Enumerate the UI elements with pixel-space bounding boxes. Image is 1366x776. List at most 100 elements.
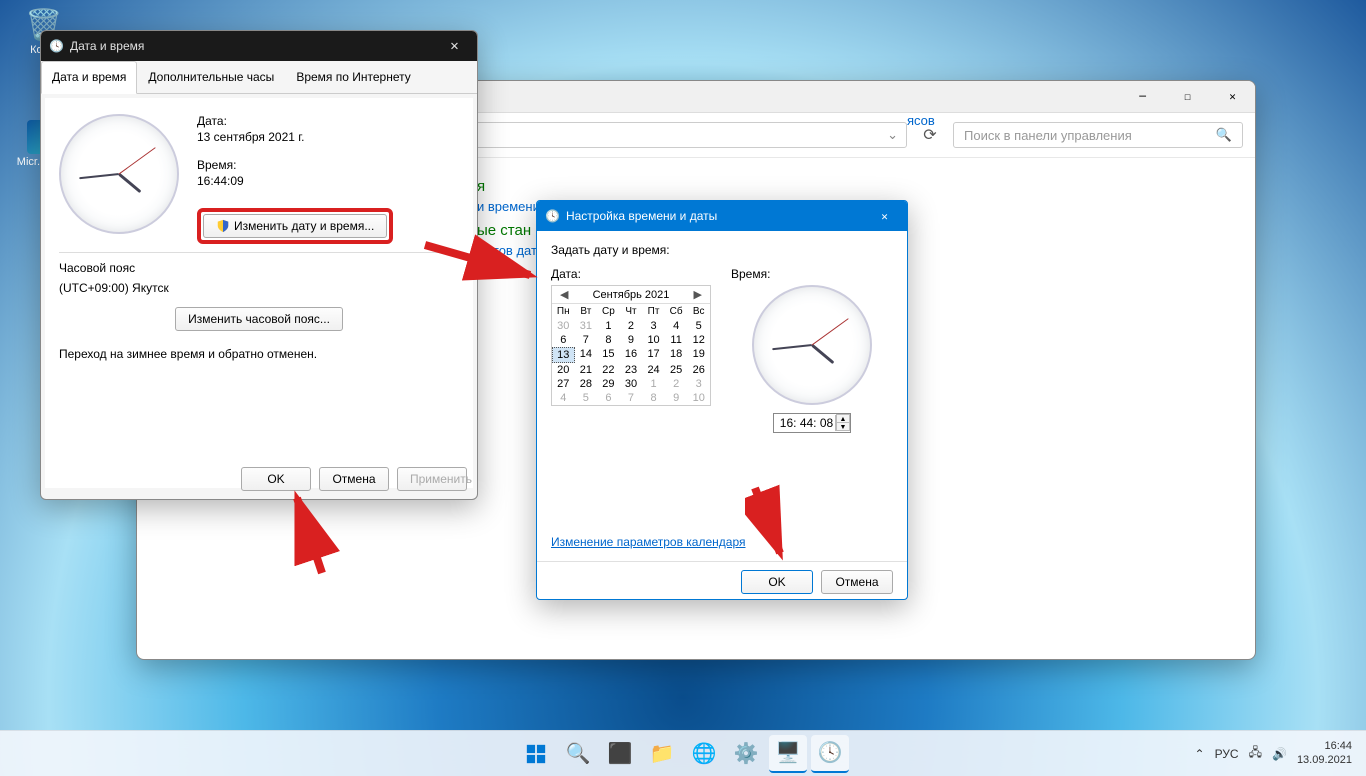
settings-app-icon[interactable]: ⚙️ [727,735,765,773]
network-icon[interactable]: 🖧 [1249,743,1262,764]
calendar-day[interactable]: 6 [552,333,575,347]
close-button[interactable]: ✕ [432,31,477,61]
calendar-dow: Чт [620,304,643,319]
calendar-day[interactable]: 30 [620,377,643,391]
search-button[interactable]: 🔍 [559,735,597,773]
change-timezone-button[interactable]: Изменить часовой пояс... [175,307,343,331]
calendar-day[interactable]: 26 [687,363,710,377]
close-button[interactable]: ✕ [862,201,907,231]
ok-button[interactable]: OK [241,467,311,491]
tz-label: Часовой пояс [59,261,459,275]
calendar-day[interactable]: 18 [665,347,688,363]
cancel-button[interactable]: Отмена [319,467,389,491]
task-view-button[interactable]: ⬛ [601,735,639,773]
tab-additional-clocks[interactable]: Дополнительные часы [137,61,285,93]
datetime-taskbar-icon[interactable]: 🕓 [811,735,849,773]
time-value: 16:44:09 [197,174,459,188]
calendar-day[interactable]: 15 [597,347,620,363]
calendar-day[interactable]: 24 [642,363,665,377]
calendar-day[interactable]: 6 [597,391,620,405]
next-month-button[interactable]: ▶ [690,288,706,301]
spinner-down[interactable]: ▼ [836,422,850,431]
dialog-footer: OK Отмена Применить [241,467,467,491]
volume-icon[interactable]: 🔊 [1272,747,1287,761]
tray-chevron-icon[interactable]: ⌃ [1195,747,1205,761]
shield-icon [216,219,230,233]
change-date-time-label: Изменить дату и время... [234,219,374,233]
calendar-day[interactable]: 17 [642,347,665,363]
calendar-day[interactable]: 8 [597,333,620,347]
calendar-settings-link[interactable]: Изменение параметров календаря [551,535,746,549]
start-button[interactable] [517,735,555,773]
calendar-day[interactable]: 8 [642,391,665,405]
calendar-day[interactable]: 4 [552,391,575,405]
titlebar[interactable]: 🕓 Настройка времени и даты ✕ [537,201,907,231]
calendar-day[interactable]: 1 [597,319,620,333]
tray-clock[interactable]: 16:44 13.09.2021 [1297,740,1352,766]
calendar-day[interactable]: 10 [687,391,710,405]
tab-internet-time[interactable]: Время по Интернету [285,61,421,93]
calendar-day[interactable]: 3 [687,377,710,391]
chevron-down-icon[interactable]: ⌄ [887,127,898,143]
dst-note: Переход на зимнее время и обратно отмене… [59,347,459,361]
calendar-day[interactable]: 9 [620,333,643,347]
calendar-day[interactable]: 23 [620,363,643,377]
calendar-day[interactable]: 27 [552,377,575,391]
tabs: Дата и время Дополнительные часы Время п… [41,61,477,94]
calendar-day[interactable]: 7 [575,333,598,347]
calendar-dow: Пт [642,304,665,319]
prev-month-button[interactable]: ◀ [556,288,572,301]
calendar-day[interactable]: 21 [575,363,598,377]
calendar-day[interactable]: 4 [665,319,688,333]
date-time-window: 🕓 Дата и время ✕ Дата и время Дополнител… [40,30,478,500]
calendar-day[interactable]: 3 [642,319,665,333]
calendar-day[interactable]: 20 [552,363,575,377]
calendar-day[interactable]: 13 [552,347,575,363]
calendar[interactable]: ◀ Сентябрь 2021 ▶ ПнВтСрЧтПтСбВс 3031123… [551,285,711,406]
apply-button: Применить [397,467,467,491]
change-date-time-button[interactable]: Изменить дату и время... [203,214,387,238]
titlebar[interactable]: 🕓 Дата и время ✕ [41,31,477,61]
maximize-button[interactable]: ☐ [1165,82,1210,112]
tray-language[interactable]: РУС [1215,747,1239,761]
calendar-day[interactable]: 25 [665,363,688,377]
heading-snippet: я [477,178,1235,195]
close-button[interactable]: ✕ [1210,82,1255,112]
tab-datetime[interactable]: Дата и время [41,61,137,94]
calendar-day[interactable]: 14 [575,347,598,363]
date-value: 13 сентября 2021 г. [197,130,459,144]
calendar-day[interactable]: 10 [642,333,665,347]
calendar-day[interactable]: 16 [620,347,643,363]
calendar-day[interactable]: 19 [687,347,710,363]
minimize-button[interactable]: ─ [1120,82,1165,112]
calendar-day[interactable]: 9 [665,391,688,405]
calendar-day[interactable]: 5 [687,319,710,333]
calendar-day[interactable]: 29 [597,377,620,391]
calendar-dow: Вт [575,304,598,319]
control-panel-taskbar-icon[interactable]: 🖥️ [769,735,807,773]
taskbar[interactable]: 🔍 ⬛ 📁 🌐 ⚙️ 🖥️ 🕓 ⌃ РУС 🖧 🔊 16:44 13.09.20… [0,730,1366,776]
calendar-day[interactable]: 30 [552,319,575,333]
calendar-day[interactable]: 5 [575,391,598,405]
link-tz[interactable]: ясов [907,113,935,128]
calendar-day[interactable]: 11 [665,333,688,347]
calendar-dow: Ср [597,304,620,319]
calendar-day[interactable]: 2 [620,319,643,333]
search-input[interactable]: Поиск в панели управления 🔍 [953,122,1243,148]
analog-clock [59,114,179,234]
calendar-day[interactable]: 22 [597,363,620,377]
calendar-day[interactable]: 2 [665,377,688,391]
calendar-day[interactable]: 31 [575,319,598,333]
refresh-button[interactable]: ⟳ [915,125,945,145]
calendar-day[interactable]: 12 [687,333,710,347]
edge-button[interactable]: 🌐 [685,735,723,773]
ok-button[interactable]: OK [741,570,813,594]
date-time-body: Дата: 13 сентября 2021 г. Время: 16:44:0… [45,98,473,488]
analog-clock-small [752,285,872,405]
time-input[interactable]: 16: 44: 08 ▲ ▼ [773,413,851,433]
calendar-day[interactable]: 7 [620,391,643,405]
calendar-day[interactable]: 28 [575,377,598,391]
cancel-button[interactable]: Отмена [821,570,893,594]
explorer-button[interactable]: 📁 [643,735,681,773]
calendar-day[interactable]: 1 [642,377,665,391]
